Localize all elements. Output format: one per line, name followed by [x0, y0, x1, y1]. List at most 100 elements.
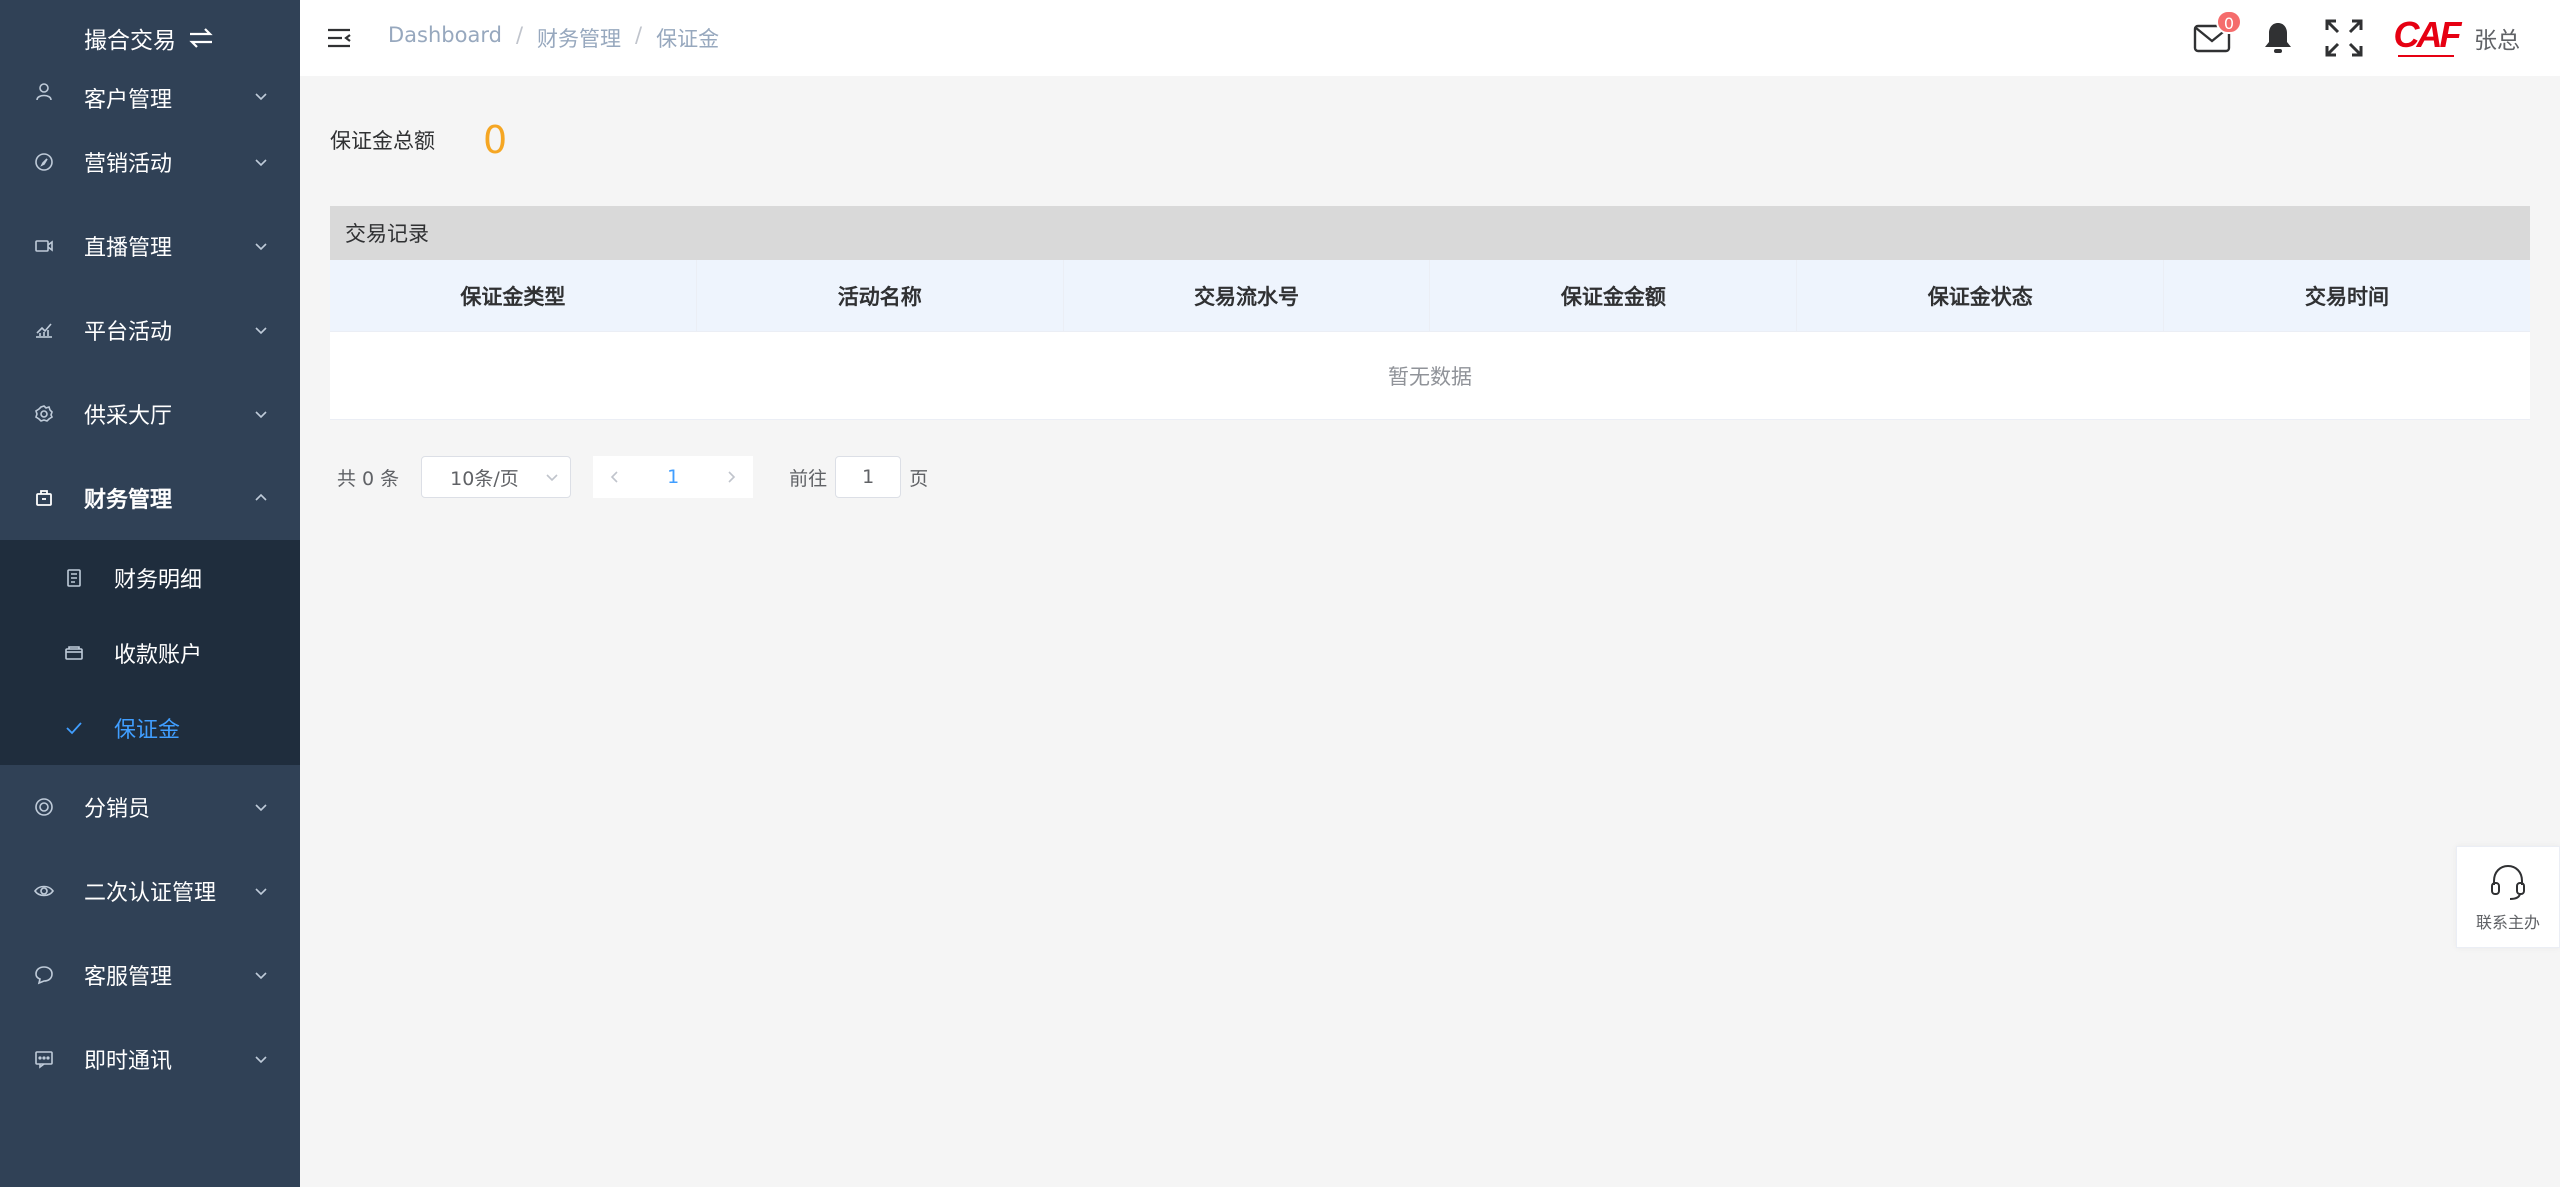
- sidebar-item-distributor[interactable]: 分销员: [0, 765, 300, 849]
- sidebar-item-label: 保证金: [114, 717, 181, 743]
- pagination: 共 0 条 10条/页 1 前往 1 页: [337, 456, 928, 498]
- chevron-down-icon: [255, 159, 267, 167]
- page-size-value: 10条/页: [450, 467, 519, 490]
- mail-badge: 0: [2215, 10, 2242, 34]
- sidebar-item-customers[interactable]: 客户管理: [0, 72, 300, 120]
- compass-icon: [34, 152, 54, 172]
- hamburger-icon[interactable]: [326, 27, 352, 49]
- chevron-down-icon: [546, 474, 558, 482]
- goto-suffix: 页: [909, 467, 929, 490]
- fullscreen-button[interactable]: [2324, 18, 2364, 58]
- contact-organizer-button[interactable]: 联系主办: [2456, 846, 2560, 948]
- chevron-up-icon: [255, 493, 267, 501]
- breadcrumb-deposit: 保证金: [656, 27, 720, 51]
- column-header: 活动名称: [697, 260, 1064, 331]
- chevron-down-icon: [255, 411, 267, 419]
- sidebar-item-label: 客户管理: [84, 88, 173, 113]
- prev-page-icon[interactable]: [607, 469, 623, 485]
- column-header: 保证金金额: [1430, 260, 1798, 331]
- pagination-total: 共 0 条: [337, 467, 400, 490]
- empty-state: 暂无数据: [330, 332, 2530, 420]
- sidebar-item-label: 营销活动: [84, 152, 173, 177]
- top-navbar: Dashboard / 财务管理 / 保证金 0 CAF 张总: [300, 0, 2560, 76]
- sidebar-item-live[interactable]: 直播管理: [0, 204, 300, 288]
- breadcrumb-dashboard[interactable]: Dashboard: [388, 23, 502, 53]
- transactions-table: 交易记录 保证金类型 活动名称 交易流水号 保证金金额 保证金状态 交易时间 暂…: [330, 206, 2530, 420]
- page-navigator: 1: [593, 456, 754, 498]
- sidebar-item-deposit[interactable]: 保证金: [0, 690, 300, 765]
- sidebar-item-finance[interactable]: 财务管理: [0, 456, 300, 540]
- column-header: 交易流水号: [1064, 260, 1431, 331]
- notification-button[interactable]: [2258, 18, 2298, 58]
- sidebar-item-label: 直播管理: [84, 236, 173, 261]
- sidebar-item-label: 供采大厅: [84, 404, 173, 429]
- sidebar-item-label: 财务管理: [84, 488, 173, 513]
- deposit-total-value: 0: [483, 118, 508, 162]
- username[interactable]: 张总: [2474, 21, 2520, 55]
- sidebar-item-label: 分销员: [84, 797, 151, 822]
- goto-label: 前往: [789, 467, 828, 490]
- breadcrumb-separator: /: [515, 23, 524, 47]
- caf-logo: CAF: [2393, 8, 2462, 68]
- mail-button[interactable]: 0: [2192, 10, 2242, 58]
- chat-icon: [34, 965, 54, 985]
- column-header: 保证金状态: [1797, 260, 2165, 331]
- sidebar-item-customer-service[interactable]: 客服管理: [0, 933, 300, 1017]
- eye-icon: [34, 881, 54, 901]
- header-actions: 0 CAF 张总: [2166, 0, 2520, 76]
- main-content: 保证金总额 0 交易记录 保证金类型 活动名称 交易流水号 保证金金额 保证金状…: [300, 76, 2560, 1187]
- chart-icon: [34, 320, 54, 340]
- fullscreen-icon: [2325, 19, 2363, 57]
- sidebar-item-secondary-auth[interactable]: 二次认证管理: [0, 849, 300, 933]
- target-icon: [34, 797, 54, 817]
- check-icon: [64, 718, 84, 738]
- sidebar-item-platform[interactable]: 平台活动: [0, 288, 300, 372]
- sidebar-item-label: 财务明细: [114, 567, 203, 593]
- sidebar-item-label: 收款账户: [114, 642, 203, 668]
- sidebar-item-im[interactable]: 即时通讯: [0, 1017, 300, 1101]
- card-icon: [64, 643, 84, 663]
- gear-icon: [34, 404, 54, 424]
- chevron-down-icon: [255, 93, 267, 101]
- headset-icon: [2491, 864, 2525, 900]
- sidebar-item-marketing[interactable]: 营销活动: [0, 120, 300, 204]
- column-header: 保证金类型: [330, 260, 697, 331]
- breadcrumb-separator: /: [635, 23, 643, 47]
- sidebar: 撮合交易 客户管理 营销活动 直播管理 平台活动 供采大厅 财务管理 财务明细 …: [0, 0, 300, 1187]
- chevron-down-icon: [255, 243, 267, 251]
- goto-page-input[interactable]: 1: [835, 456, 902, 498]
- logo-underline: [2398, 55, 2454, 59]
- switch-icon: [189, 28, 213, 48]
- chevron-down-icon: [255, 804, 267, 812]
- brand-switch[interactable]: 撮合交易: [0, 0, 300, 76]
- table-title: 交易记录: [330, 206, 2530, 260]
- sidebar-item-finance-details[interactable]: 财务明细: [0, 540, 300, 615]
- deposit-total: 保证金总额 0: [330, 118, 507, 162]
- chevron-down-icon: [255, 327, 267, 335]
- chevron-down-icon: [255, 888, 267, 896]
- breadcrumb: Dashboard / 财务管理 / 保证金: [388, 23, 719, 53]
- table-header: 保证金类型 活动名称 交易流水号 保证金金额 保证金状态 交易时间: [330, 260, 2530, 332]
- wallet-icon: [34, 488, 54, 508]
- sidebar-item-supply-hall[interactable]: 供采大厅: [0, 372, 300, 456]
- finance-submenu: 财务明细 收款账户 保证金: [0, 540, 300, 765]
- page-size-select[interactable]: 10条/页: [421, 456, 572, 498]
- sidebar-item-label: 平台活动: [84, 320, 173, 345]
- current-page[interactable]: 1: [667, 466, 679, 488]
- column-header: 交易时间: [2305, 284, 2390, 309]
- brand-label: 撮合交易: [84, 28, 176, 54]
- breadcrumb-finance[interactable]: 财务管理: [537, 23, 621, 53]
- user-icon: [34, 82, 54, 102]
- document-icon: [64, 568, 84, 588]
- video-icon: [34, 236, 54, 256]
- logo-text: CAF: [2393, 14, 2462, 55]
- contact-organizer-label: 联系主办: [2475, 913, 2540, 932]
- sidebar-item-receiving-account[interactable]: 收款账户: [0, 615, 300, 690]
- sidebar-item-label: 即时通讯: [84, 1049, 173, 1074]
- sidebar-item-label: 二次认证管理: [84, 881, 217, 906]
- chevron-down-icon: [255, 1056, 267, 1064]
- sidebar-item-label: 客服管理: [84, 965, 173, 990]
- chevron-down-icon: [255, 972, 267, 980]
- next-page-icon[interactable]: [723, 469, 739, 485]
- deposit-total-label: 保证金总额: [330, 129, 435, 153]
